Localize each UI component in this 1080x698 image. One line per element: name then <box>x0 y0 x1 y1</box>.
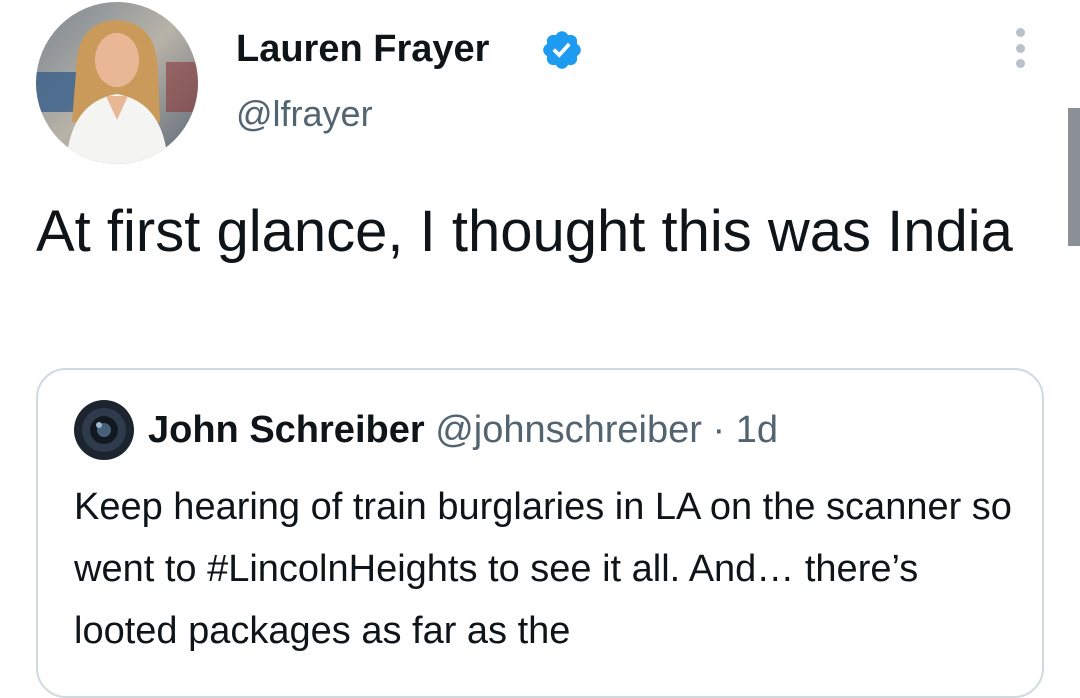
tweet-text: At first glance, I thought this was Indi… <box>36 199 1013 264</box>
more-options-button[interactable] <box>1008 26 1032 70</box>
more-vertical-icon <box>1015 28 1025 37</box>
quoted-tweet-card[interactable]: John Schreiber @johnschreiber · 1d Keep … <box>36 368 1044 698</box>
quoted-author-name[interactable]: John Schreiber <box>148 409 425 451</box>
quoted-tweet-header: John Schreiber @johnschreiber · 1d <box>148 406 778 454</box>
author-name[interactable]: Lauren Frayer <box>236 26 489 72</box>
quoted-author-handle[interactable]: @johnschreiber <box>435 409 702 451</box>
quoted-tweet-time[interactable]: 1d <box>736 409 778 451</box>
author-avatar[interactable] <box>36 2 198 164</box>
quoted-tweet-text: Keep hearing of train burglaries in LA o… <box>74 486 1012 652</box>
author-handle[interactable]: @lfrayer <box>236 92 373 136</box>
scrollbar[interactable] <box>1068 108 1080 246</box>
verified-badge-icon <box>543 31 581 69</box>
separator-dot: · <box>712 409 726 451</box>
quoted-author-avatar[interactable] <box>74 400 134 460</box>
